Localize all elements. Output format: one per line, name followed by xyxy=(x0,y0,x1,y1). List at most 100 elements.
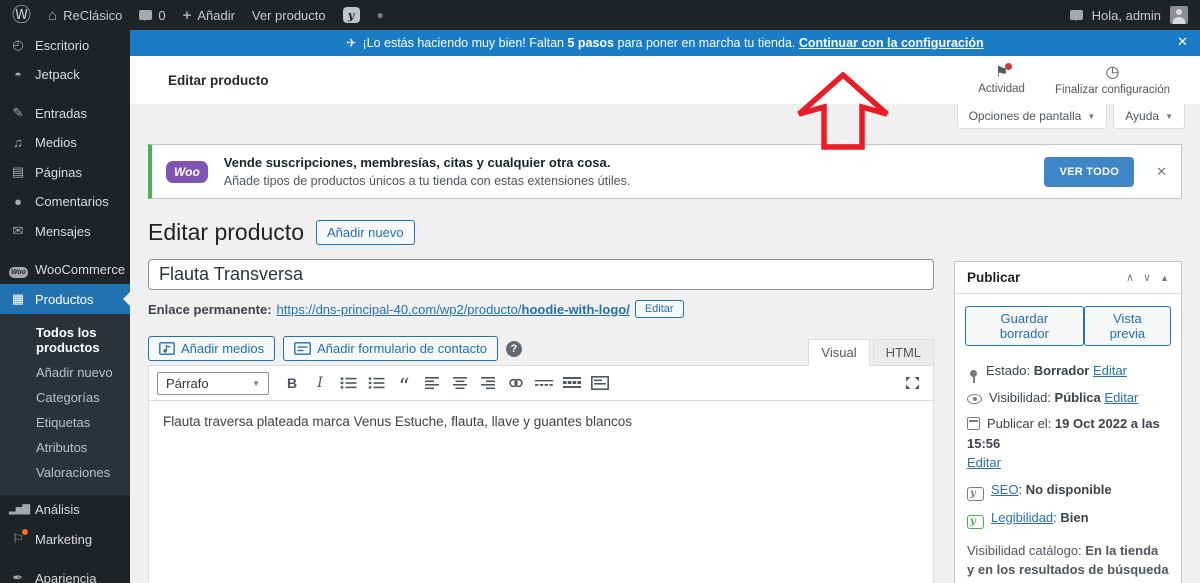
preview-button[interactable]: Vista previa xyxy=(1083,306,1171,346)
calendar-icon xyxy=(967,417,980,430)
flag-icon: ⚑ xyxy=(995,62,1013,80)
submenu-todos-los-productos[interactable]: Todos los productos xyxy=(0,320,130,360)
insert-form-button[interactable] xyxy=(587,371,613,395)
add-new-button[interactable]: Añadir nuevo xyxy=(315,220,415,245)
sidebar-item-analisis[interactable]: ▂▅▇ Análisis xyxy=(0,495,130,524)
sidebar-item-comentarios[interactable]: ● Comentarios xyxy=(0,187,130,216)
sidebar-item-mensajes[interactable]: ✉ Mensajes xyxy=(0,216,130,246)
content-columns: Editar producto Añadir nuevo Enlace perm… xyxy=(130,199,1200,583)
sidebar-item-escritorio[interactable]: ◴ Escritorio xyxy=(0,30,130,60)
sidebar-item-medios[interactable]: ♫ Medios xyxy=(0,128,130,157)
sidebar-item-label: Escritorio xyxy=(35,37,90,53)
italic-button[interactable]: I xyxy=(307,371,333,395)
move-down-icon[interactable]: ∨ xyxy=(1143,271,1151,284)
bullet-list-button[interactable] xyxy=(335,371,361,395)
collapse-toggle-icon[interactable]: ▲ xyxy=(1160,273,1169,283)
add-media-button[interactable]: Añadir medios xyxy=(148,336,276,361)
align-left-button[interactable] xyxy=(419,371,445,395)
continue-setup-link[interactable]: Continuar con la configuración xyxy=(799,36,984,50)
product-title-input[interactable] xyxy=(148,259,934,290)
submenu-categorias[interactable]: Categorías xyxy=(0,385,130,410)
readability-link[interactable]: Legibilidad xyxy=(991,510,1053,525)
admin-bar-right: Hola, admin xyxy=(1069,6,1188,24)
pushpin-icon: ✎ xyxy=(12,105,24,120)
wordpress-logo-icon[interactable]: Ⓦ xyxy=(12,6,31,25)
sidebar-item-apariencia[interactable]: ✒ Apariencia xyxy=(0,563,130,583)
draft-preview-row: Guardar borrador Vista previa xyxy=(955,294,1181,354)
plus-icon: + xyxy=(182,6,192,24)
blockquote-button[interactable]: “ xyxy=(391,371,417,399)
align-center-button[interactable] xyxy=(447,371,473,395)
sidebar-item-label: Páginas xyxy=(35,164,82,180)
edit-schedule-link[interactable]: Editar xyxy=(967,455,1001,470)
submenu-etiquetas[interactable]: Etiquetas xyxy=(0,410,130,435)
tab-html[interactable]: HTML xyxy=(872,339,934,366)
classic-editor: Párrafo ▼ B I “ Flauta traversa plateada… xyxy=(148,365,934,583)
form-icon xyxy=(294,342,312,355)
finish-setup-button[interactable]: ◷ Finalizar configuración xyxy=(1055,64,1170,96)
help-circle-icon[interactable]: ? xyxy=(505,340,522,357)
new-content-item[interactable]: + Añadir xyxy=(183,7,235,24)
editor-toolbar: Párrafo ▼ B I “ xyxy=(149,366,933,401)
sidebar-item-woocommerce[interactable]: Woo WooCommerce xyxy=(0,255,130,284)
bold-button[interactable]: B xyxy=(279,371,305,395)
sidebar-item-jetpack[interactable]: ◓ Jetpack xyxy=(0,60,130,89)
sidebar-separator xyxy=(0,554,130,563)
editor-content-area[interactable]: Flauta traversa plateada marca Venus Est… xyxy=(149,401,933,583)
yoast-seo-icon[interactable]: y xyxy=(342,7,360,23)
sidebar-separator xyxy=(0,246,130,255)
edit-permalink-button[interactable]: Editar xyxy=(634,300,684,318)
screen-options-tab[interactable]: Opciones de pantalla ▼ xyxy=(956,104,1108,129)
edit-visibility-link[interactable]: Editar xyxy=(1104,390,1138,405)
analytics-bars-icon: ▂▅▇ xyxy=(9,504,30,515)
site-name-link[interactable]: ⌂ ReClásico xyxy=(48,7,122,24)
publish-box: Publicar ∧ ∨ ▲ Guardar borrador Vista pr… xyxy=(954,261,1182,583)
seo-value: No disponible xyxy=(1025,481,1112,497)
messages-bubble-icon[interactable] xyxy=(1069,10,1083,21)
sidebar-item-entradas[interactable]: ✎ Entradas xyxy=(0,98,130,128)
sidebar-item-label: Jetpack xyxy=(35,67,80,82)
permalink-link[interactable]: https://dns-principal-40.com/wp2/product… xyxy=(277,302,630,317)
save-draft-button[interactable]: Guardar borrador xyxy=(965,306,1084,346)
sidebar-item-marketing[interactable]: ⚐ Marketing xyxy=(0,524,130,554)
move-up-icon[interactable]: ∧ xyxy=(1126,271,1134,284)
insert-link-button[interactable] xyxy=(503,371,529,395)
tab-visual[interactable]: Visual xyxy=(808,339,870,366)
avatar[interactable] xyxy=(1170,6,1188,24)
edit-status-link[interactable]: Editar xyxy=(1093,363,1127,378)
add-label: Añadir xyxy=(197,7,235,23)
add-contact-form-button[interactable]: Añadir formulario de contacto xyxy=(283,336,498,361)
sidebar-item-label: Análisis xyxy=(35,502,80,517)
sidebar: ◴ Escritorio ◓ Jetpack ✎ Entradas ♫ Medi… xyxy=(0,30,130,583)
help-tab[interactable]: Ayuda ▼ xyxy=(1113,104,1185,129)
submenu-valoraciones[interactable]: Valoraciones xyxy=(0,460,130,485)
comments-adminbar-item[interactable]: 0 xyxy=(139,8,166,23)
align-right-button[interactable] xyxy=(475,371,501,395)
activity-button[interactable]: ⚑ Actividad xyxy=(978,62,1025,96)
sidebar-item-label: Marketing xyxy=(35,531,93,547)
numbered-list-button[interactable] xyxy=(363,371,389,395)
submenu-anadir-nuevo[interactable]: Añadir nuevo xyxy=(0,360,130,385)
sidebar-item-paginas[interactable]: ▤ Páginas xyxy=(0,157,130,187)
readability-value: Bien xyxy=(1060,509,1089,525)
submenu-atributos[interactable]: Atributos xyxy=(0,435,130,460)
eye-icon xyxy=(967,393,982,404)
products-icon: ▦ xyxy=(11,291,25,306)
editor-text: Flauta traversa plateada marca Venus Est… xyxy=(163,414,633,429)
sidebar-item-productos[interactable]: ▦ Productos xyxy=(0,284,130,314)
publish-box-header[interactable]: Publicar ∧ ∨ ▲ xyxy=(955,262,1181,294)
ver-todo-button[interactable]: VER TODO xyxy=(1044,156,1135,187)
sidebar-item-label: Medios xyxy=(35,135,77,150)
read-more-tag-button[interactable] xyxy=(531,371,557,395)
publish-box-controls: ∧ ∨ ▲ xyxy=(1126,271,1169,284)
fullscreen-button[interactable] xyxy=(899,371,925,395)
banner-close-icon[interactable]: ✕ xyxy=(1177,34,1188,50)
banner-message: ¡Lo estás haciendo muy bien! Faltan 5 pa… xyxy=(362,36,984,50)
notice-close-icon[interactable]: ✕ xyxy=(1156,164,1167,180)
seo-link[interactable]: SEO xyxy=(991,482,1018,497)
paragraph-format-select[interactable]: Párrafo ▼ xyxy=(157,371,269,395)
woocommerce-logo: Woo xyxy=(166,160,208,183)
view-product-link[interactable]: Ver producto xyxy=(252,8,326,23)
toolbar-toggle-button[interactable] xyxy=(559,371,585,395)
greeting-text[interactable]: Hola, admin xyxy=(1092,8,1161,23)
